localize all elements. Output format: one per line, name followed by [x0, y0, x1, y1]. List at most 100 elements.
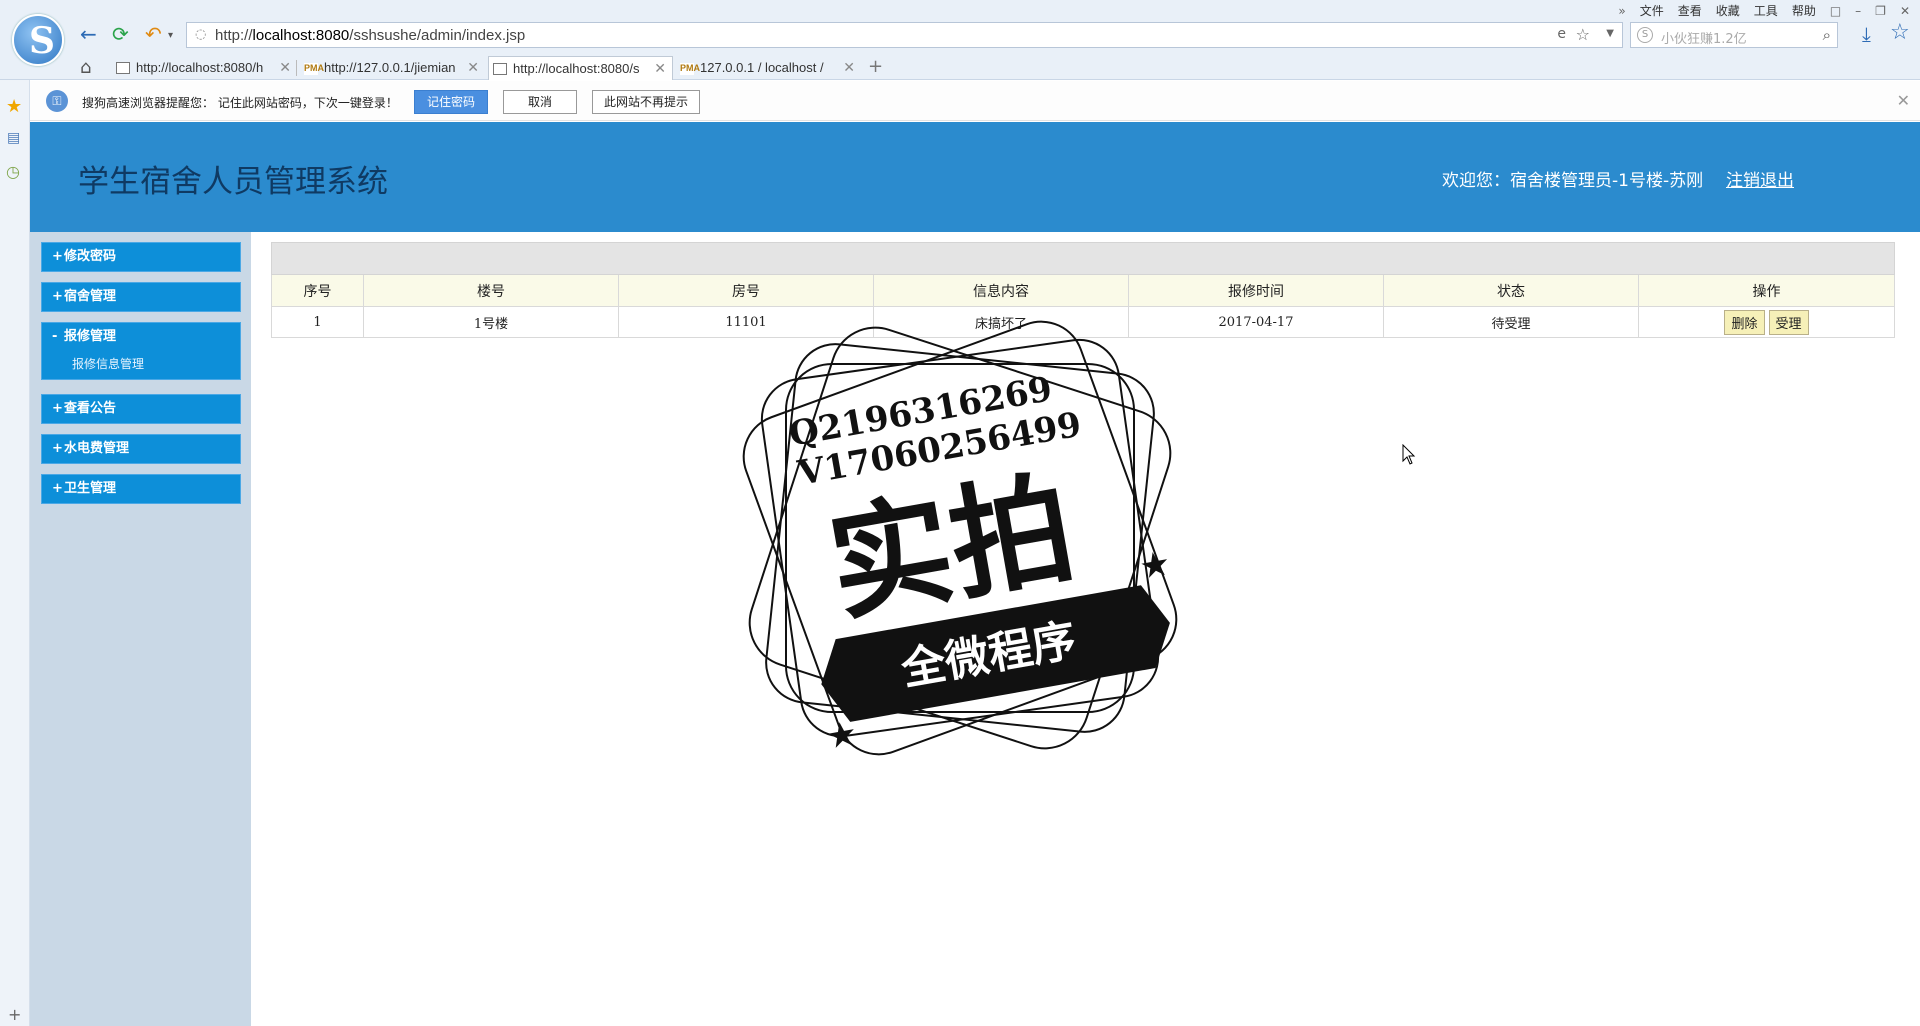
column-header: 楼号 [363, 274, 619, 307]
tab-close-icon[interactable]: ✕ [279, 59, 291, 76]
logout-link[interactable]: 注销退出 [1726, 166, 1794, 191]
sidebar-item-label: 水电费管理 [64, 441, 130, 456]
app-header: 学生宿舍人员管理系统 欢迎您：宿舍楼管理员-1号楼-苏刚 注销退出 [30, 122, 1920, 232]
reading-icon[interactable]: ▤ [7, 130, 20, 146]
repair-table: 序号 楼号 房号 信息内容 报修时间 状态 操作 1 1号楼 11101 床搞坏… [271, 242, 1895, 338]
menu-tools[interactable]: 工具 [1754, 2, 1778, 19]
tab-label: http://127.0.0.1/jiemian [324, 60, 456, 75]
cell-building: 1号楼 [363, 306, 619, 338]
browser-tab[interactable]: PMA http://127.0.0.1/jiemian ✕ [300, 56, 485, 80]
cell-time: 2017-04-17 [1128, 306, 1384, 338]
tab-label: http://localhost:8080/s [513, 61, 640, 76]
expand-icon: + [52, 481, 63, 496]
skin-icon[interactable]: □ [1830, 4, 1841, 18]
sidebar-item-label: 报修管理 [64, 329, 117, 344]
welcome-text: 欢迎您：宿舍楼管理员-1号楼-苏刚 [1442, 171, 1704, 191]
search-box[interactable]: S 小伙狂赚1.2亿 ⌕ [1630, 22, 1838, 48]
compat-mode-icon[interactable]: e [1557, 26, 1566, 42]
menu-help[interactable]: 帮助 [1792, 2, 1816, 19]
collapse-icon: - [52, 329, 58, 344]
sidebar-item-label: 查看公告 [64, 401, 117, 416]
remember-password-button[interactable]: 记住密码 [414, 90, 488, 114]
column-header: 状态 [1383, 274, 1639, 307]
url-text[interactable]: http://localhost:8080/sshsushe/admin/ind… [215, 27, 525, 44]
browser-menu: » 文件 查看 收藏 工具 帮助 □ – ❐ ✕ [1618, 2, 1910, 19]
expand-icon: + [52, 249, 63, 264]
sidebar-item-repair[interactable]: - 报修管理 报修信息管理 [41, 322, 241, 380]
search-icon[interactable]: ⌕ [1823, 26, 1831, 44]
tab-close-icon[interactable]: ✕ [467, 59, 479, 76]
expand-icon: + [52, 441, 63, 456]
tab-close-icon[interactable]: ✕ [654, 60, 666, 77]
close-window-icon[interactable]: ✕ [1900, 4, 1910, 18]
sogou-logo-icon[interactable]: S [12, 14, 64, 66]
delete-button[interactable]: 删除 [1724, 309, 1765, 335]
home-icon[interactable]: ⌂ [80, 57, 91, 78]
accept-button[interactable]: 受理 [1768, 309, 1809, 335]
sidebar-subitem-repair-info[interactable]: 报修信息管理 [42, 351, 240, 379]
browser-tab[interactable]: PMA 127.0.0.1 / localhost / ✕ [676, 56, 861, 80]
back-arrow-icon[interactable]: ← [80, 22, 97, 46]
column-header: 信息内容 [873, 274, 1129, 307]
notice-message: 搜狗高速浏览器提醒您： 记住此网站密码，下次一键登录！ [82, 96, 398, 110]
minimize-icon[interactable]: – [1855, 4, 1861, 18]
shield-icon: ◌ [195, 27, 207, 42]
search-placeholder: 小伙狂赚1.2亿 [1661, 32, 1747, 47]
sidebar-item-dorm[interactable]: +宿舍管理 [41, 282, 241, 312]
new-tab-icon[interactable]: + [868, 56, 883, 77]
table-row: 1 1号楼 11101 床搞坏了 2017-04-17 待受理 删除 受理 [271, 306, 1895, 338]
tab-label: http://localhost:8080/h [136, 60, 264, 75]
mouse-cursor-icon [1402, 444, 1416, 465]
refresh-icon[interactable]: ⟳ [112, 22, 129, 46]
column-header: 房号 [618, 274, 874, 307]
cell-status: 待受理 [1383, 306, 1639, 338]
sidebar-item-utility[interactable]: +水电费管理 [41, 434, 241, 464]
browser-tab[interactable]: http://localhost:8080/h ✕ [112, 56, 297, 80]
menu-view[interactable]: 查看 [1678, 2, 1702, 19]
table-caption-bar [271, 242, 1895, 275]
address-dropdown-icon[interactable]: ▼ [1606, 28, 1614, 39]
bookmark-star-icon[interactable]: ☆ [1576, 25, 1590, 44]
cell-room: 11101 [618, 306, 874, 338]
column-header: 报修时间 [1128, 274, 1384, 307]
restore-icon[interactable]: ❐ [1875, 4, 1886, 18]
sidebar-item-change-password[interactable]: +修改密码 [41, 242, 241, 272]
sidebar-item-label: 宿舍管理 [64, 289, 117, 304]
sidebar-menu: +修改密码 +宿舍管理 - 报修管理 报修信息管理 +查看公告 +水电费管理 +卫… [30, 232, 251, 1026]
expand-icon: + [52, 401, 63, 416]
key-icon: ⚿ [46, 90, 68, 112]
tab-close-icon[interactable]: ✕ [843, 59, 855, 76]
main-content: 序号 楼号 房号 信息内容 报修时间 状态 操作 1 1号楼 11101 床搞坏… [251, 232, 1920, 1026]
column-header: 序号 [271, 274, 364, 307]
sidebar-item-hygiene[interactable]: +卫生管理 [41, 474, 241, 504]
undo-icon[interactable]: ↶ [145, 22, 162, 46]
address-bar[interactable]: ◌ http://localhost:8080/sshsushe/admin/i… [186, 22, 1623, 48]
cancel-button[interactable]: 取消 [503, 90, 577, 114]
column-header: 操作 [1638, 274, 1895, 307]
favorites-icon[interactable]: ★ [6, 96, 22, 117]
history-clock-icon[interactable]: ◷ [6, 162, 20, 181]
cell-actions: 删除 受理 [1638, 306, 1895, 338]
browser-tab-active[interactable]: http://localhost:8080/s ✕ [488, 56, 673, 80]
pma-icon: PMA [680, 63, 700, 75]
more-chevron-icon[interactable]: » [1618, 4, 1625, 18]
sidebar-add-icon[interactable]: + [8, 1005, 21, 1024]
browser-toolbar: S ← ⟳ ↶ ▾ ◌ http://localhost:8080/sshsus… [0, 0, 1920, 80]
cell-no: 1 [271, 306, 364, 338]
table-header-row: 序号 楼号 房号 信息内容 报修时间 状态 操作 [271, 274, 1895, 307]
pma-icon: PMA [304, 63, 324, 75]
sidebar-item-notice[interactable]: +查看公告 [41, 394, 241, 424]
favorites-star-icon[interactable]: ☆ [1890, 20, 1910, 45]
browser-sidebar: ★ ▤ ◷ + [0, 80, 30, 1026]
expand-icon: + [52, 289, 63, 304]
menu-file[interactable]: 文件 [1640, 2, 1664, 19]
never-prompt-button[interactable]: 此网站不再提示 [592, 90, 700, 114]
cell-content: 床搞坏了 [873, 306, 1129, 338]
search-engine-icon[interactable]: S [1637, 27, 1653, 43]
menu-favorites[interactable]: 收藏 [1716, 2, 1740, 19]
undo-dropdown-icon[interactable]: ▾ [168, 30, 173, 41]
close-icon[interactable]: ✕ [1897, 91, 1910, 110]
page-title: 学生宿舍人员管理系统 [78, 164, 388, 200]
download-icon[interactable]: ⤓ [1862, 22, 1871, 46]
page-icon [493, 63, 507, 75]
